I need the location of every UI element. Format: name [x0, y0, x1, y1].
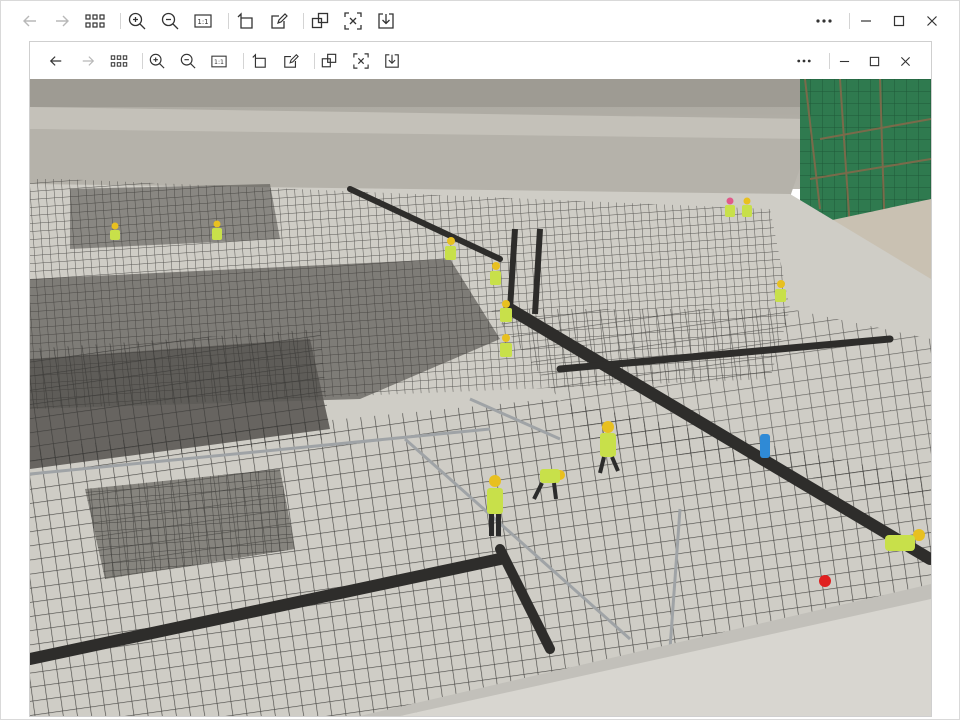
construction-site-photo — [30, 79, 931, 716]
inner-toolbar: 1:1 — [30, 42, 931, 80]
more-icon[interactable] — [811, 8, 837, 34]
back-arrow-icon[interactable] — [17, 8, 43, 34]
inner-image-viewer: 1:1 — [29, 41, 932, 717]
download-icon[interactable] — [373, 8, 399, 34]
svg-text:1:1: 1:1 — [197, 18, 208, 26]
grid-icon[interactable] — [82, 8, 108, 34]
svg-text:1:1: 1:1 — [214, 59, 224, 66]
copy-icon[interactable] — [316, 48, 342, 74]
toolbar-separator — [829, 53, 830, 69]
maximize-icon[interactable] — [861, 48, 887, 74]
maximize-icon[interactable] — [886, 8, 912, 34]
red-helmet — [819, 575, 831, 587]
edit-icon[interactable] — [278, 48, 304, 74]
outer-toolbar: 1:1 — [1, 1, 959, 41]
zoom-in-icon[interactable] — [144, 48, 170, 74]
edit-icon[interactable] — [266, 8, 292, 34]
download-icon[interactable] — [379, 48, 405, 74]
zoom-in-icon[interactable] — [124, 8, 150, 34]
more-icon[interactable] — [791, 48, 817, 74]
forward-arrow-icon[interactable] — [75, 48, 101, 74]
minimize-icon[interactable] — [831, 48, 857, 74]
close-icon[interactable] — [892, 48, 918, 74]
toolbar-separator — [314, 53, 315, 69]
rotate-icon[interactable] — [232, 8, 258, 34]
back-arrow-icon[interactable] — [43, 48, 69, 74]
copy-icon[interactable] — [307, 8, 333, 34]
image-viewer-window: 1:1 1:1 — [0, 0, 960, 720]
toolbar-separator — [303, 13, 304, 29]
ocr-icon[interactable] — [340, 8, 366, 34]
photo-canvas — [30, 79, 931, 716]
close-icon[interactable] — [919, 8, 945, 34]
toolbar-separator — [243, 53, 244, 69]
zoom-out-icon[interactable] — [157, 8, 183, 34]
grid-icon[interactable] — [106, 48, 132, 74]
toolbar-separator — [228, 13, 229, 29]
actual-size-icon[interactable]: 1:1 — [190, 8, 216, 34]
blue-canister — [760, 434, 770, 458]
toolbar-separator — [849, 13, 850, 29]
actual-size-icon[interactable]: 1:1 — [206, 48, 232, 74]
toolbar-separator — [120, 13, 121, 29]
forward-arrow-icon[interactable] — [49, 8, 75, 34]
rotate-icon[interactable] — [246, 48, 272, 74]
zoom-out-icon[interactable] — [175, 48, 201, 74]
minimize-icon[interactable] — [853, 8, 879, 34]
ocr-icon[interactable] — [348, 48, 374, 74]
toolbar-separator — [142, 53, 143, 69]
